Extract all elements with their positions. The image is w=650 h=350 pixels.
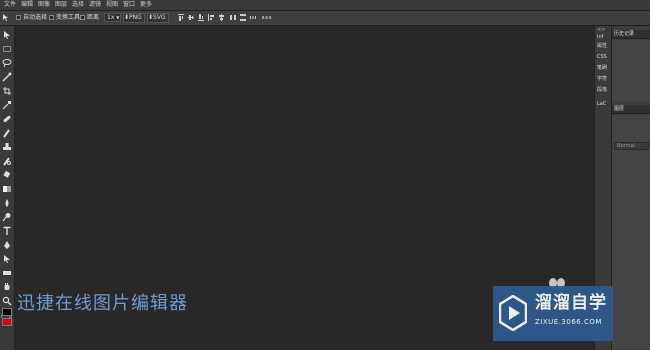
export-png-button[interactable]: ⬇PNG [123, 13, 145, 23]
brush-tool[interactable] [2, 128, 12, 138]
export-svg-button[interactable]: ⬇SVG [147, 13, 169, 23]
auto-select-checkbox[interactable] [16, 15, 21, 20]
foreground-color-swatch[interactable] [2, 308, 12, 316]
dodge-tool[interactable] [2, 212, 12, 222]
stamp-icon [3, 143, 11, 150]
collapse-panels-icon[interactable]: <> [597, 27, 605, 33]
menu-bar: 文件 编辑 图像 图层 选择 滤镜 视图 窗口 更多 [0, 0, 650, 11]
crop-icon [3, 87, 11, 95]
align-left-icon[interactable] [208, 14, 214, 21]
eraser-icon [3, 170, 11, 178]
history-panel-title[interactable]: 历史记录 [612, 30, 650, 39]
blend-mode-select[interactable]: Normal [614, 142, 649, 150]
align-top-icon[interactable] [178, 14, 184, 21]
layers-panel [612, 115, 650, 350]
gradient-tool[interactable] [2, 184, 12, 194]
marquee-tool[interactable] [2, 44, 12, 54]
dodge-icon [2, 213, 11, 222]
quick-select-tool[interactable] [2, 72, 12, 82]
menu-filter[interactable]: 滤镜 [89, 1, 101, 9]
brand-name: 溜溜自学 [535, 293, 607, 313]
hand-icon [4, 283, 10, 290]
menu-view[interactable]: 视图 [106, 1, 118, 9]
distribute-space-icon[interactable] [250, 14, 256, 21]
tab-css[interactable]: CSS [597, 54, 607, 60]
tab-brushes[interactable]: 笔刷 [597, 65, 607, 71]
blur-tool[interactable] [2, 198, 12, 208]
history-brush-icon [3, 157, 11, 166]
tab-lac[interactable]: LaC [597, 101, 606, 107]
gradient-icon [3, 186, 11, 192]
layers-panel-title[interactable]: 图层 [612, 105, 650, 114]
distribute-horizontal-icon[interactable] [230, 14, 236, 21]
path-select-tool[interactable] [2, 254, 12, 264]
align-center-icon[interactable] [218, 14, 224, 21]
align-bottom-icon[interactable] [198, 14, 204, 21]
shape-tool[interactable] [2, 268, 12, 278]
move-tool-icon [3, 14, 8, 21]
menu-select[interactable]: 选择 [72, 1, 84, 9]
crop-tool[interactable] [2, 86, 12, 96]
brand-url: ZIXUE.3066.COM [535, 318, 602, 326]
eyedropper-tool[interactable] [2, 100, 12, 110]
lasso-tool[interactable] [2, 58, 12, 68]
distance-label: 距离 [87, 14, 100, 21]
move-icon [4, 31, 10, 39]
text-tool[interactable] [2, 226, 12, 236]
magnifier-icon [2, 296, 12, 306]
distance-checkbox[interactable] [80, 15, 85, 20]
pen-tool[interactable] [2, 240, 12, 250]
options-bar: 自动选择 变换工具 距离 1x ▼ ⬇PNG ⬇SVG [0, 11, 650, 26]
history-panel [612, 40, 650, 102]
history-brush-tool[interactable] [2, 156, 12, 166]
move-tool[interactable] [2, 30, 12, 40]
play-logo-icon [499, 295, 527, 331]
zoom-select[interactable]: 1x ▼ [104, 13, 121, 22]
menu-edit[interactable]: 编辑 [21, 1, 33, 9]
more-align-icon[interactable] [262, 14, 271, 21]
healing-tool[interactable] [2, 114, 12, 124]
tab-character[interactable]: 字符 [597, 76, 607, 82]
hand-tool[interactable] [2, 282, 12, 292]
background-color-swatch[interactable] [2, 318, 12, 326]
chevron-down-icon: ▼ [116, 15, 120, 20]
menu-file[interactable]: 文件 [4, 1, 16, 9]
transform-tools-label: 变换工具 [56, 14, 81, 21]
auto-select-label: 自动选择 [23, 14, 48, 21]
wand-icon [2, 72, 12, 82]
eyedropper-icon [2, 101, 11, 110]
transform-tools-checkbox[interactable] [49, 15, 54, 20]
path-select-icon [4, 255, 10, 263]
zoom-select-value: 1x [107, 14, 115, 21]
tool-panel: F D [0, 26, 15, 350]
menu-window[interactable]: 窗口 [123, 1, 135, 9]
lasso-icon [2, 59, 12, 68]
export-png-label: PNG [129, 14, 142, 21]
brush-icon [3, 129, 10, 138]
drop-icon [5, 199, 9, 207]
stamp-tool[interactable] [2, 142, 12, 152]
tab-paragraph[interactable]: 段落 [597, 87, 607, 93]
menu-layer[interactable]: 图层 [55, 1, 67, 9]
pen-icon [4, 241, 10, 249]
text-icon [3, 226, 11, 235]
align-middle-icon[interactable] [188, 14, 194, 21]
rectangle-icon [3, 271, 11, 275]
zoom-tool[interactable] [2, 296, 12, 306]
tab-properties[interactable]: 属性 [597, 43, 607, 49]
distribute-vertical-icon[interactable] [240, 14, 246, 21]
bandage-icon [3, 115, 11, 123]
export-svg-label: SVG [153, 14, 166, 21]
app-title-watermark: 迅捷在线图片编辑器 [17, 293, 188, 314]
eraser-tool[interactable] [2, 170, 12, 180]
marquee-icon [3, 46, 11, 52]
brand-watermark: 溜溜自学 ZIXUE.3066.COM [493, 286, 613, 341]
tab-info[interactable]: Inf [597, 34, 603, 40]
right-panel: 历史记录 图层 Normal [611, 26, 650, 350]
menu-more[interactable]: 更多 [140, 1, 152, 9]
menu-image[interactable]: 图像 [38, 1, 50, 9]
